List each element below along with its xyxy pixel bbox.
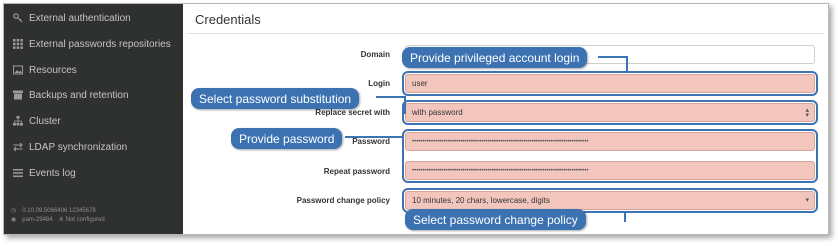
sidebar-item-label: Events log	[29, 167, 76, 179]
sidebar-item-external-authentication[interactable]: External authentication	[12, 9, 131, 27]
policy-callout-line	[624, 212, 626, 222]
page-title: Credentials	[195, 12, 261, 27]
sidebar-footer: ◷ 0.10.09.5066406 12345678 ◉ pam-29484 ⋔ Not…	[11, 207, 111, 225]
password-callout: Provide password	[231, 128, 343, 149]
title-divider	[187, 33, 824, 34]
archive-icon	[12, 90, 23, 101]
exchange-icon	[12, 142, 23, 153]
repeat-password-label: Repeat password	[323, 167, 390, 176]
login-callout-line	[598, 56, 628, 58]
policy-value: 10 minutes, 20 chars, lowercase, digits	[412, 196, 550, 205]
cluster-icon: ⋔	[58, 217, 64, 223]
replace-secret-select[interactable]: with password ▴ ▾	[405, 103, 815, 122]
password-callout-line	[345, 136, 404, 138]
sidebar-item-backups-and-retention[interactable]: Backups and retention	[12, 86, 129, 104]
sidebar-item-cluster[interactable]: Cluster	[12, 112, 61, 130]
substitution-callout-line	[404, 96, 406, 114]
key-icon	[12, 13, 23, 24]
sidebar-item-ldap-synchronization[interactable]: LDAP synchronization	[12, 138, 127, 156]
select-arrow-icon: ▾	[805, 197, 809, 204]
password-field[interactable]: ••••••••••••••••••••••••••••••••••••••••…	[405, 132, 815, 151]
sidebar-item-resources[interactable]: Resources	[12, 61, 77, 79]
clock-icon: ◷	[11, 208, 17, 214]
sidebar-item-label: External authentication	[29, 12, 131, 24]
sidebar-item-label: Cluster	[29, 115, 61, 127]
repeat-password-field[interactable]: ••••••••••••••••••••••••••••••••••••••••…	[405, 161, 815, 180]
server-icon: ◉	[11, 217, 17, 223]
list-icon	[12, 168, 23, 179]
version-text: 0.10.09.5066406 12345678	[22, 208, 96, 214]
login-callout: Provide privileged account login	[402, 47, 588, 68]
sidebar-item-events-log[interactable]: Events log	[12, 164, 76, 182]
sidebar: External authentication External passwor…	[4, 4, 183, 234]
login-callout-line	[626, 56, 628, 72]
policy-select[interactable]: 10 minutes, 20 chars, lowercase, digits …	[405, 191, 815, 210]
sidebar-item-label: External passwords repositories	[29, 38, 171, 50]
host-text: pam-29484	[22, 217, 53, 223]
substitution-callout-line	[376, 96, 406, 98]
main-panel: Credentials Domain Login user Replace se…	[183, 4, 828, 234]
sitemap-icon	[12, 116, 23, 127]
sidebar-item-label: Backups and retention	[29, 89, 129, 101]
image-icon	[12, 65, 23, 76]
grid-icon	[12, 39, 23, 50]
policy-callout: Select password change policy	[405, 209, 586, 230]
sidebar-item-label: LDAP synchronization	[29, 141, 128, 153]
domain-label: Domain	[360, 50, 390, 59]
substitution-callout: Select password substitution	[191, 88, 360, 109]
replace-secret-label: Replace secret with	[315, 108, 390, 117]
login-label: Login	[368, 79, 390, 88]
cluster-status-text: Not configured	[65, 217, 105, 223]
sidebar-item-label: Resources	[29, 64, 77, 76]
password-label: Password	[352, 137, 390, 146]
select-arrows-icon: ▴ ▾	[805, 107, 809, 119]
policy-label: Password change policy	[296, 196, 390, 205]
replace-secret-value: with password	[412, 108, 463, 117]
app-window: External authentication External passwor…	[3, 3, 829, 235]
sidebar-item-external-passwords-repositories[interactable]: External passwords repositories	[12, 35, 171, 53]
login-field[interactable]: user	[405, 74, 815, 93]
